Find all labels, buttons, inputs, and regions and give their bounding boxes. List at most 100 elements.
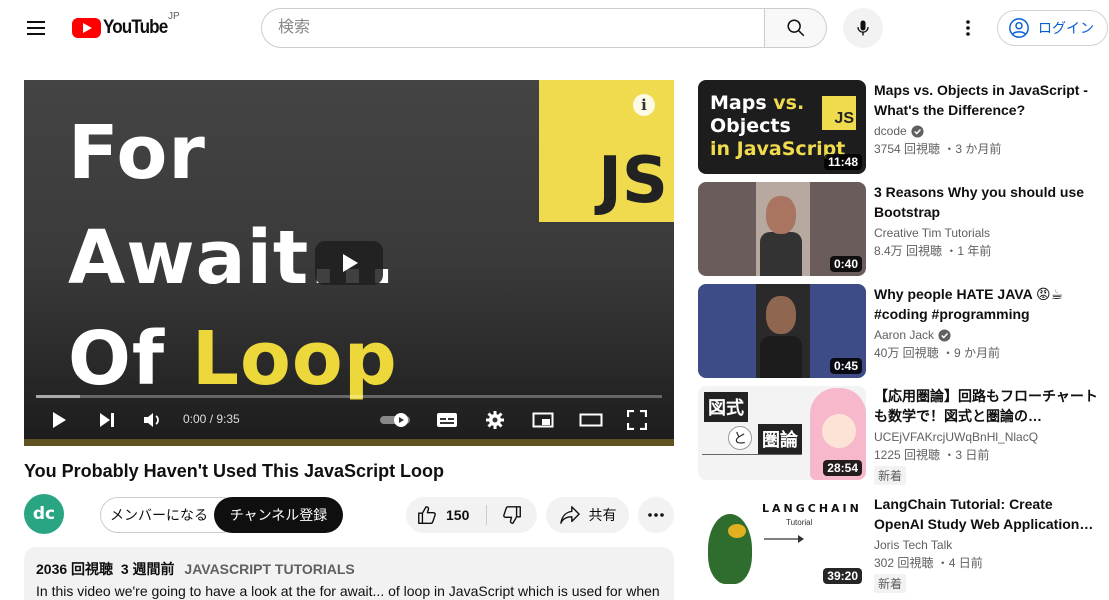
recommended-video[interactable]: LANGCHAIN Tutorial 39:20 LangChain Tutor… [698, 494, 1098, 593]
description-text: In this video we're going to have a look… [36, 583, 660, 599]
more-horiz-icon [648, 513, 664, 517]
thumbnail-parrot-beak [728, 524, 746, 538]
recommended-thumbnail[interactable]: LANGCHAIN Tutorial 39:20 [698, 494, 866, 588]
js-mini-logo: JS [822, 96, 856, 130]
youtube-logo[interactable]: YouTube JP [72, 11, 180, 39]
new-badge: 新着 [874, 466, 907, 485]
time-display: 0:00 / 9:35 [183, 412, 240, 426]
recommended-video[interactable]: 図式 と 圏論 28:54 【応用圏論】回路もフローチャートも数学で！図式と圏論… [698, 386, 1098, 485]
voice-search-button[interactable] [843, 8, 883, 48]
login-button[interactable]: ログイン [997, 10, 1108, 46]
dislike-button[interactable] [487, 497, 537, 533]
autoplay-toggle[interactable] [378, 402, 414, 438]
recommended-thumbnail[interactable]: Maps vs. Objects in JavaScript JS 11:48 [698, 80, 866, 174]
share-icon [559, 506, 580, 524]
description-box[interactable]: 2036 回視聴 3 週間前 JAVASCRIPT TUTORIALS In t… [24, 547, 674, 600]
menu-icon[interactable] [24, 18, 48, 38]
settings-menu-button[interactable] [956, 16, 980, 40]
like-button[interactable]: 150 [406, 497, 486, 533]
subscribe-button[interactable]: チャンネル登録 [214, 497, 343, 533]
video-player[interactable]: JS For Await... Of Loop i 0:00 / 9:35 [24, 80, 674, 446]
thumb-text-zushiki: 図式 [704, 392, 748, 422]
next-button[interactable] [92, 402, 122, 438]
recommended-channel[interactable]: Joris Tech Talk [874, 538, 1098, 552]
thumbnail-divider [702, 454, 802, 455]
player-bottom-strip [24, 439, 674, 446]
duration-badge: 0:40 [829, 256, 862, 272]
recommended-meta: 302 回視聴 ・4 日前 [874, 556, 983, 570]
recommended-title[interactable]: Why people HATE JAVA 😡☕ #coding #program… [874, 284, 1098, 324]
volume-icon [144, 413, 159, 427]
theater-icon [579, 413, 603, 427]
video-title: You Probably Haven't Used This JavaScrip… [24, 461, 445, 481]
account-icon [1009, 18, 1029, 38]
play-button[interactable] [44, 402, 74, 438]
recommended-thumbnail[interactable]: 図式 と 圏論 28:54 [698, 386, 866, 480]
search-icon [786, 19, 804, 37]
recommended-title[interactable]: Maps vs. Objects in JavaScript - What's … [874, 80, 1098, 120]
recommended-channel[interactable]: UCEjVFAKrcjUWqBnHl_NlacQ [874, 430, 1098, 444]
view-count: 2036 回視聴 [36, 561, 114, 577]
upload-age: 3 週間前 [120, 561, 175, 577]
share-label: 共有 [588, 507, 617, 523]
recommended-meta: 3754 回視聴 ・3 か月前 [874, 142, 1002, 156]
channel-name: dcode [874, 124, 907, 138]
channel-avatar[interactable]: dc [24, 494, 64, 534]
recommended-info: Why people HATE JAVA 😡☕ #coding #program… [874, 284, 1098, 361]
hashtag-link[interactable]: JAVASCRIPT TUTORIALS [184, 561, 354, 577]
thumb-text-kenron: 圏論 [758, 424, 802, 454]
thumb-text-langchain: LANGCHAIN [762, 502, 862, 515]
recommended-info: 【応用圏論】回路もフローチャートも数学で！図式と圏論の… UCEjVFAKrcj… [874, 386, 1098, 485]
miniplayer-button[interactable] [528, 402, 558, 438]
subtitles-button[interactable] [432, 402, 462, 438]
recommended-meta: 40万 回視聴 ・9 か月前 [874, 346, 1001, 360]
skip-next-icon [100, 413, 114, 427]
more-vert-icon [966, 20, 970, 36]
search-input[interactable] [261, 8, 764, 48]
info-icon[interactable]: i [633, 94, 655, 116]
recommended-title[interactable]: 3 Reasons Why you should use Bootstrap [874, 182, 1098, 222]
search-bar [261, 8, 827, 48]
thumbnail-person-body [760, 232, 802, 276]
miniplayer-icon [532, 412, 554, 428]
thumbnail-person-face [766, 296, 796, 334]
fullscreen-button[interactable] [622, 402, 652, 438]
large-play-button[interactable] [315, 241, 383, 285]
duration-badge: 28:54 [823, 460, 862, 476]
verified-icon [938, 328, 951, 342]
recommended-video[interactable]: 0:40 3 Reasons Why you should use Bootst… [698, 182, 1098, 276]
theater-mode-button[interactable] [576, 402, 606, 438]
fullscreen-icon [627, 410, 647, 430]
recommended-info: LangChain Tutorial: Create OpenAI Study … [874, 494, 1098, 593]
more-actions-button[interactable] [638, 497, 674, 533]
like-dislike-group: 150 [406, 497, 537, 533]
recommended-thumbnail[interactable]: 0:40 [698, 182, 866, 276]
recommended-channel[interactable]: Creative Tim Tutorials [874, 226, 1098, 240]
recommended-title[interactable]: LangChain Tutorial: Create OpenAI Study … [874, 494, 1098, 534]
thumb-text-maps: Maps [710, 92, 774, 114]
recommended-channel[interactable]: Aaron Jack [874, 328, 1098, 342]
recommended-video[interactable]: 0:45 Why people HATE JAVA 😡☕ #coding #pr… [698, 284, 1098, 378]
duration-badge: 0:45 [829, 358, 862, 374]
search-button[interactable] [764, 8, 827, 48]
thumbnail-person-face [766, 196, 796, 234]
logo-text: YouTube [103, 17, 168, 38]
share-button[interactable]: 共有 [546, 497, 629, 533]
progress-bar[interactable] [36, 395, 662, 398]
duration-badge: 11:48 [823, 154, 862, 170]
thumb-text-objects: Objects [710, 115, 791, 137]
thumbnail-text-loop: Loop [191, 316, 398, 402]
settings-button[interactable] [480, 402, 510, 438]
recommended-channel[interactable]: dcode [874, 124, 1098, 138]
region-code: JP [168, 11, 180, 22]
join-membership-label: メンバーになる [110, 507, 208, 523]
recommended-video[interactable]: Maps vs. Objects in JavaScript JS 11:48 … [698, 80, 1098, 174]
volume-button[interactable] [138, 402, 168, 438]
login-label: ログイン [1038, 20, 1094, 36]
player-controls: 0:00 / 9:35 [24, 402, 674, 438]
channel-name: Joris Tech Talk [874, 538, 953, 552]
thumb-text-vs: vs. [773, 92, 805, 114]
recommended-title[interactable]: 【応用圏論】回路もフローチャートも数学で！図式と圏論の… [874, 386, 1098, 426]
recommended-meta: 8.4万 回視聴 ・1 年前 [874, 244, 992, 258]
recommended-thumbnail[interactable]: 0:45 [698, 284, 866, 378]
